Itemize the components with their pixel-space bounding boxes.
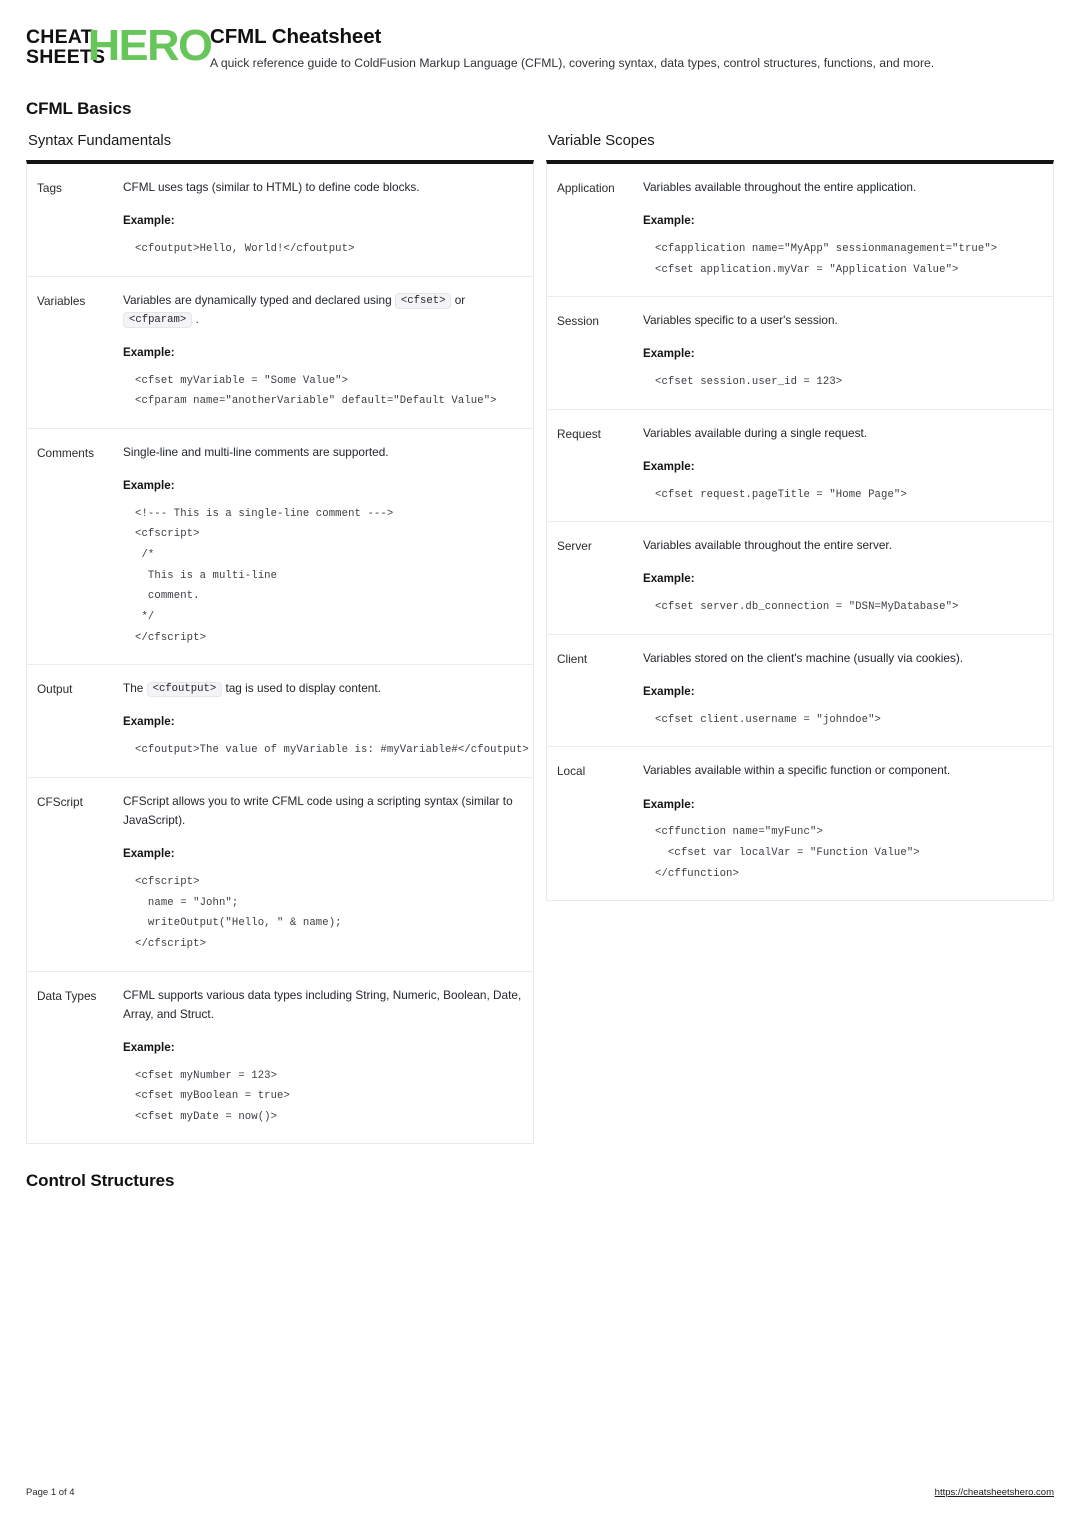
- table-row-description: Single-line and multi-line comments are …: [123, 443, 523, 648]
- table-row: Variables Variables are dynamically typed…: [27, 275, 533, 428]
- example-code-block: <cfset session.user_id = 123>: [655, 376, 843, 389]
- description-text: Variables specific to a user's session.: [643, 313, 838, 328]
- table-row-description: Variables are dynamically typed and decl…: [123, 291, 523, 412]
- example-label: Example:: [643, 572, 695, 586]
- table-row-term: Client: [557, 651, 588, 666]
- table-row: Request Variables available during a sing…: [547, 408, 1053, 522]
- description-text: CFScript allows you to write CFML code u…: [123, 793, 513, 827]
- content-column: Syntax Fundamentals Tags CFML uses tags (s…: [26, 133, 534, 1145]
- example-code-block: <cfscript> name = "John"; writeOutput("H…: [135, 875, 342, 950]
- table-row-description: CFML supports various data types includi…: [123, 986, 523, 1128]
- table-row-term: Local: [557, 764, 586, 779]
- description-text: CFML supports various data types includi…: [123, 987, 522, 1021]
- table-row-term: Session: [557, 314, 599, 329]
- table-row-description: Variables stored on the client's machine…: [643, 649, 1043, 731]
- section-columns: Syntax Fundamentals Tags CFML uses tags (s…: [26, 133, 1054, 1145]
- table-row-description: Variables available within a specific fu…: [643, 761, 1043, 884]
- example-label: Example:: [123, 1040, 175, 1054]
- example-label: Example:: [123, 478, 175, 492]
- inline-code-chip: <cfset>: [394, 293, 452, 309]
- inline-code-chip: <cfoutput>: [146, 681, 223, 698]
- description-text: Single-line and multi-line comments are …: [123, 444, 389, 459]
- table-row-description: CFML uses tags (similar to HTML) to defi…: [123, 178, 523, 260]
- table-row-term: Request: [557, 426, 601, 441]
- table-row: Data Types CFML supports various data typ…: [27, 970, 533, 1144]
- table-row: Output The <cfoutput> tag is used to disp…: [27, 664, 533, 777]
- example-label: Example:: [123, 345, 175, 359]
- page-footer: Page 1 of 4 https://cheatsheetshero.com: [26, 1487, 1054, 1498]
- table-row: Application Variables available throughou…: [547, 164, 1053, 296]
- example-code-block: <cfset myVariable = "Some Value"> <cfpar…: [135, 374, 497, 408]
- table-row: CFScript CFScript allows you to write CFM…: [27, 776, 533, 971]
- page-subtitle: A quick reference guide to ColdFusion Ma…: [210, 55, 935, 70]
- description-text: Variables available within a specific fu…: [643, 763, 951, 778]
- page-title: CFML Cheatsheet: [210, 25, 382, 48]
- table-row-description: Variables available during a single requ…: [643, 424, 1043, 506]
- page-header: CHEAT SHEETS HERO CFML Cheatsheet A quic…: [26, 0, 1054, 72]
- example-code-block: <cfset server.db_connection = "DSN=MyDat…: [655, 601, 959, 614]
- table-row-description: CFScript allows you to write CFML code u…: [123, 792, 523, 955]
- example-code-block: <!--- This is a single-line comment --->…: [135, 507, 394, 644]
- example-code-block: <cfset client.username = "johndoe">: [655, 713, 882, 726]
- example-code-block: <cfset request.pageTitle = "Home Page">: [655, 488, 907, 501]
- section-heading: CFML Basics: [26, 99, 132, 118]
- table-row: Comments Single-line and multi-line comme…: [27, 427, 533, 664]
- table-row-description: Variables available throughout the entir…: [643, 178, 1043, 280]
- description-text: CFML uses tags (similar to HTML) to defi…: [123, 180, 420, 194]
- description-text: Variables stored on the client's machine…: [643, 650, 964, 665]
- example-label: Example:: [643, 684, 695, 698]
- subsection-heading: Variable Scopes: [548, 133, 655, 149]
- example-code-block: <cfset myNumber = 123> <cfset myBoolean …: [135, 1069, 290, 1123]
- table-row-description: The <cfoutput> tag is used to display co…: [123, 679, 529, 761]
- table-row-term: Server: [557, 539, 592, 554]
- subsection-heading: Syntax Fundamentals: [28, 133, 172, 149]
- example-code-block: <cfoutput>Hello, World!</cfoutput>: [135, 242, 355, 255]
- table-row-term: CFScript: [37, 794, 83, 809]
- example-label: Example:: [123, 715, 175, 729]
- table-row: Local Variables available within a specif…: [547, 746, 1053, 900]
- example-code-block: <cfapplication name="MyApp" sessionmanag…: [655, 242, 998, 276]
- table-row: Tags CFML uses tags (similar to HTML) to …: [27, 164, 533, 276]
- example-code-block: <cfoutput>The value of myVariable is: #m…: [135, 744, 529, 757]
- cheatsheet-page: CHEAT SHEETS HERO CFML Cheatsheet A quic…: [0, 0, 1080, 1526]
- content-column: Variable Scopes Application Variables avai…: [546, 133, 1054, 902]
- table-row: Client Variables stored on the client's m…: [547, 633, 1053, 747]
- logo-accent-hero: HERO: [87, 21, 213, 70]
- description-text: Variables available during a single requ…: [643, 425, 868, 440]
- cheatsheetshero-logo: CHEAT SHEETS HERO: [26, 22, 213, 72]
- table-row-description: Variables available throughout the entir…: [643, 536, 1043, 618]
- description-text: Variables available throughout the entir…: [643, 538, 892, 553]
- table-row-term: Output: [37, 682, 73, 697]
- example-code-block: <cffunction name="myFunc"> <cfset var lo…: [655, 826, 920, 880]
- table-row-term: Variables: [37, 293, 86, 308]
- example-label: Example:: [643, 214, 695, 228]
- example-label: Example:: [643, 797, 695, 811]
- reference-table: Application Variables available throughou…: [546, 160, 1054, 902]
- table-row: Session Variables specific to a user's se…: [547, 296, 1053, 409]
- table-row-term: Application: [557, 181, 615, 195]
- inline-code-chip: <cfparam>: [123, 312, 193, 328]
- site-url-link[interactable]: https://cheatsheetshero.com: [935, 1487, 1054, 1498]
- description-text: Variables are dynamically typed and decl…: [123, 291, 523, 329]
- example-label: Example:: [123, 847, 175, 861]
- example-label: Example:: [123, 214, 175, 228]
- table-row-term: Tags: [37, 181, 62, 195]
- cheatsheet-body: CFML Basics Syntax Fundamentals Tags CFML u…: [26, 99, 1054, 1191]
- description-text: The <cfoutput> tag is used to display co…: [123, 679, 523, 698]
- table-row-term: Data Types: [37, 988, 97, 1003]
- table-row: Server Variables available throughout the…: [547, 521, 1053, 634]
- section-heading: Control Structures: [26, 1171, 175, 1191]
- example-label: Example:: [643, 459, 695, 473]
- description-text: Variables available throughout the entir…: [643, 180, 917, 194]
- table-row-description: Variables specific to a user's session. E…: [643, 311, 1043, 393]
- page-number-label: Page 1 of 4: [26, 1487, 75, 1498]
- reference-table: Tags CFML uses tags (similar to HTML) to …: [26, 160, 534, 1145]
- example-label: Example:: [643, 347, 695, 361]
- header-text-block: CFML Cheatsheet A quick reference guide …: [174, 24, 934, 71]
- table-row-term: Comments: [37, 445, 95, 460]
